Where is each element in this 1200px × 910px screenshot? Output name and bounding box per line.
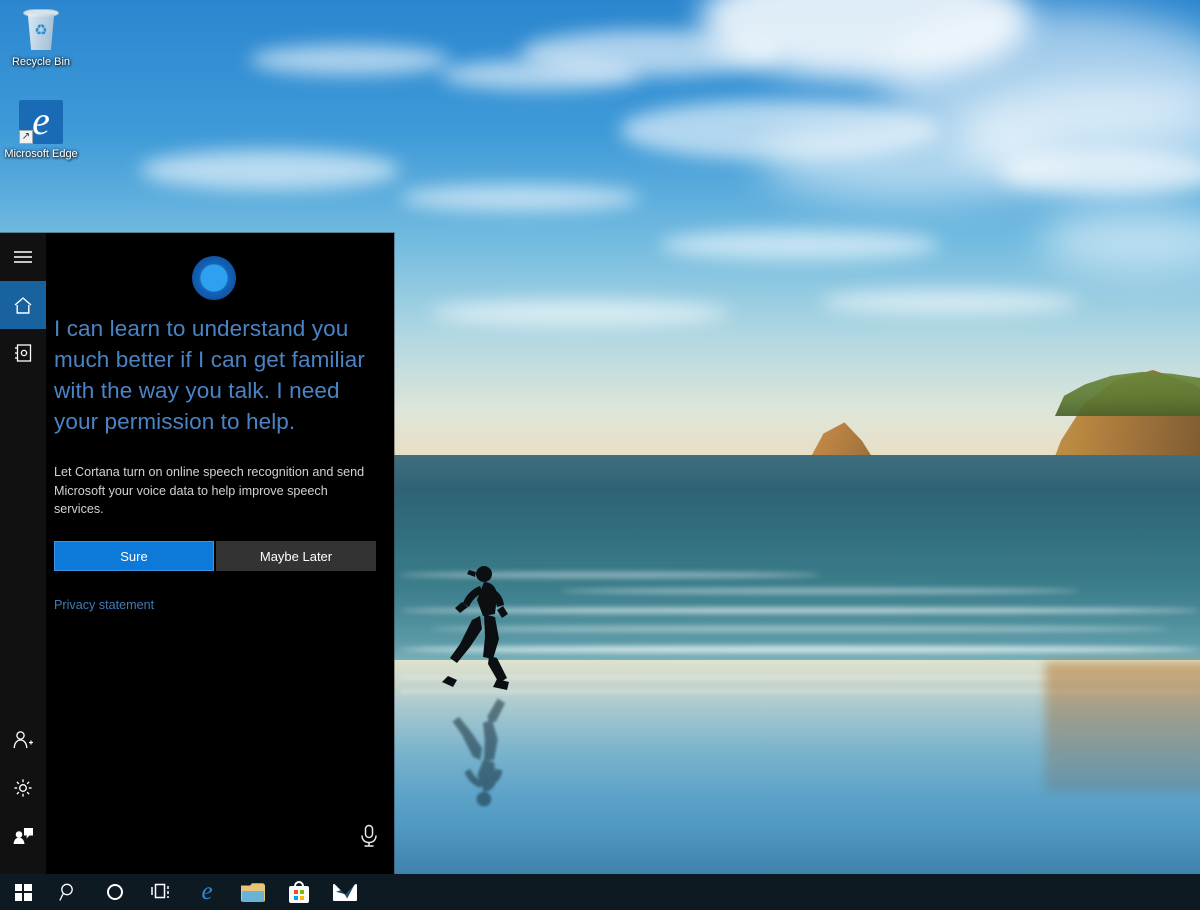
store-button[interactable] — [276, 874, 322, 910]
search-icon — [59, 882, 79, 902]
store-bag-icon — [289, 881, 309, 903]
cortana-action-row: Sure Maybe Later — [54, 541, 376, 571]
shortcut-arrow-icon: ↗ — [19, 130, 33, 144]
rock-reflection — [1045, 662, 1200, 792]
home-icon — [13, 296, 33, 315]
microphone-icon[interactable] — [358, 824, 380, 848]
windows-logo-icon — [15, 884, 32, 901]
recycle-bin-icon: ♻ — [21, 6, 61, 52]
task-view-button[interactable] — [138, 874, 184, 910]
runner-reflection — [440, 692, 526, 812]
runner-silhouette — [440, 560, 526, 690]
cortana-circle-icon — [192, 256, 236, 300]
folder-icon — [241, 883, 265, 902]
sidebar-item-settings[interactable] — [0, 764, 46, 812]
cloud — [440, 60, 640, 90]
cloud — [250, 45, 450, 75]
hamburger-icon — [13, 250, 33, 264]
add-person-icon — [12, 730, 34, 750]
cortana-button[interactable] — [92, 874, 138, 910]
desktop-icon-label: Recycle Bin — [12, 56, 70, 68]
gear-icon — [13, 778, 33, 798]
task-view-icon — [150, 883, 172, 901]
file-explorer-button[interactable] — [230, 874, 276, 910]
cortana-ring-icon — [106, 883, 124, 901]
privacy-statement-link[interactable]: Privacy statement — [54, 598, 154, 612]
start-button[interactable] — [0, 874, 46, 910]
mail-button[interactable] — [322, 874, 368, 910]
cortana-headline: I can learn to understand you much bette… — [54, 313, 384, 437]
cortana-content: I can learn to understand you much bette… — [46, 233, 394, 874]
feedback-icon — [12, 826, 34, 846]
desktop-icon-label: Microsoft Edge — [4, 148, 77, 160]
sidebar-item-hamburger[interactable] — [0, 233, 46, 281]
cortana-sidebar — [0, 233, 46, 874]
sure-button[interactable]: Sure — [54, 541, 214, 571]
cortana-body-text: Let Cortana turn on online speech recogn… — [54, 463, 374, 519]
sidebar-item-feedback[interactable] — [0, 812, 46, 860]
notebook-icon — [14, 343, 33, 363]
cloud — [140, 150, 400, 190]
edge-icon: e ↗ — [19, 100, 63, 144]
wave-line — [430, 626, 1170, 632]
envelope-icon — [333, 884, 357, 901]
sidebar-item-add-person[interactable] — [0, 716, 46, 764]
sidebar-item-home[interactable] — [0, 281, 46, 329]
cortana-panel: I can learn to understand you much bette… — [0, 233, 394, 874]
desktop-icon-recycle-bin[interactable]: ♻ Recycle Bin — [4, 6, 78, 68]
desktop-icon-microsoft-edge[interactable]: e ↗ Microsoft Edge — [4, 100, 78, 160]
search-button[interactable] — [46, 874, 92, 910]
cloud — [820, 290, 1080, 314]
wave-line — [560, 588, 1080, 594]
desktop-screen: ♻ Recycle Bin e ↗ Microsoft Edge — [0, 0, 1200, 910]
edge-button[interactable]: e — [184, 874, 230, 910]
sidebar-item-notebook[interactable] — [0, 329, 46, 377]
maybe-later-button[interactable]: Maybe Later — [216, 541, 376, 571]
taskbar: e — [0, 874, 1200, 910]
edge-icon: e — [201, 879, 212, 905]
cloud — [430, 300, 730, 326]
cloud — [400, 185, 640, 211]
cloud — [660, 230, 940, 260]
